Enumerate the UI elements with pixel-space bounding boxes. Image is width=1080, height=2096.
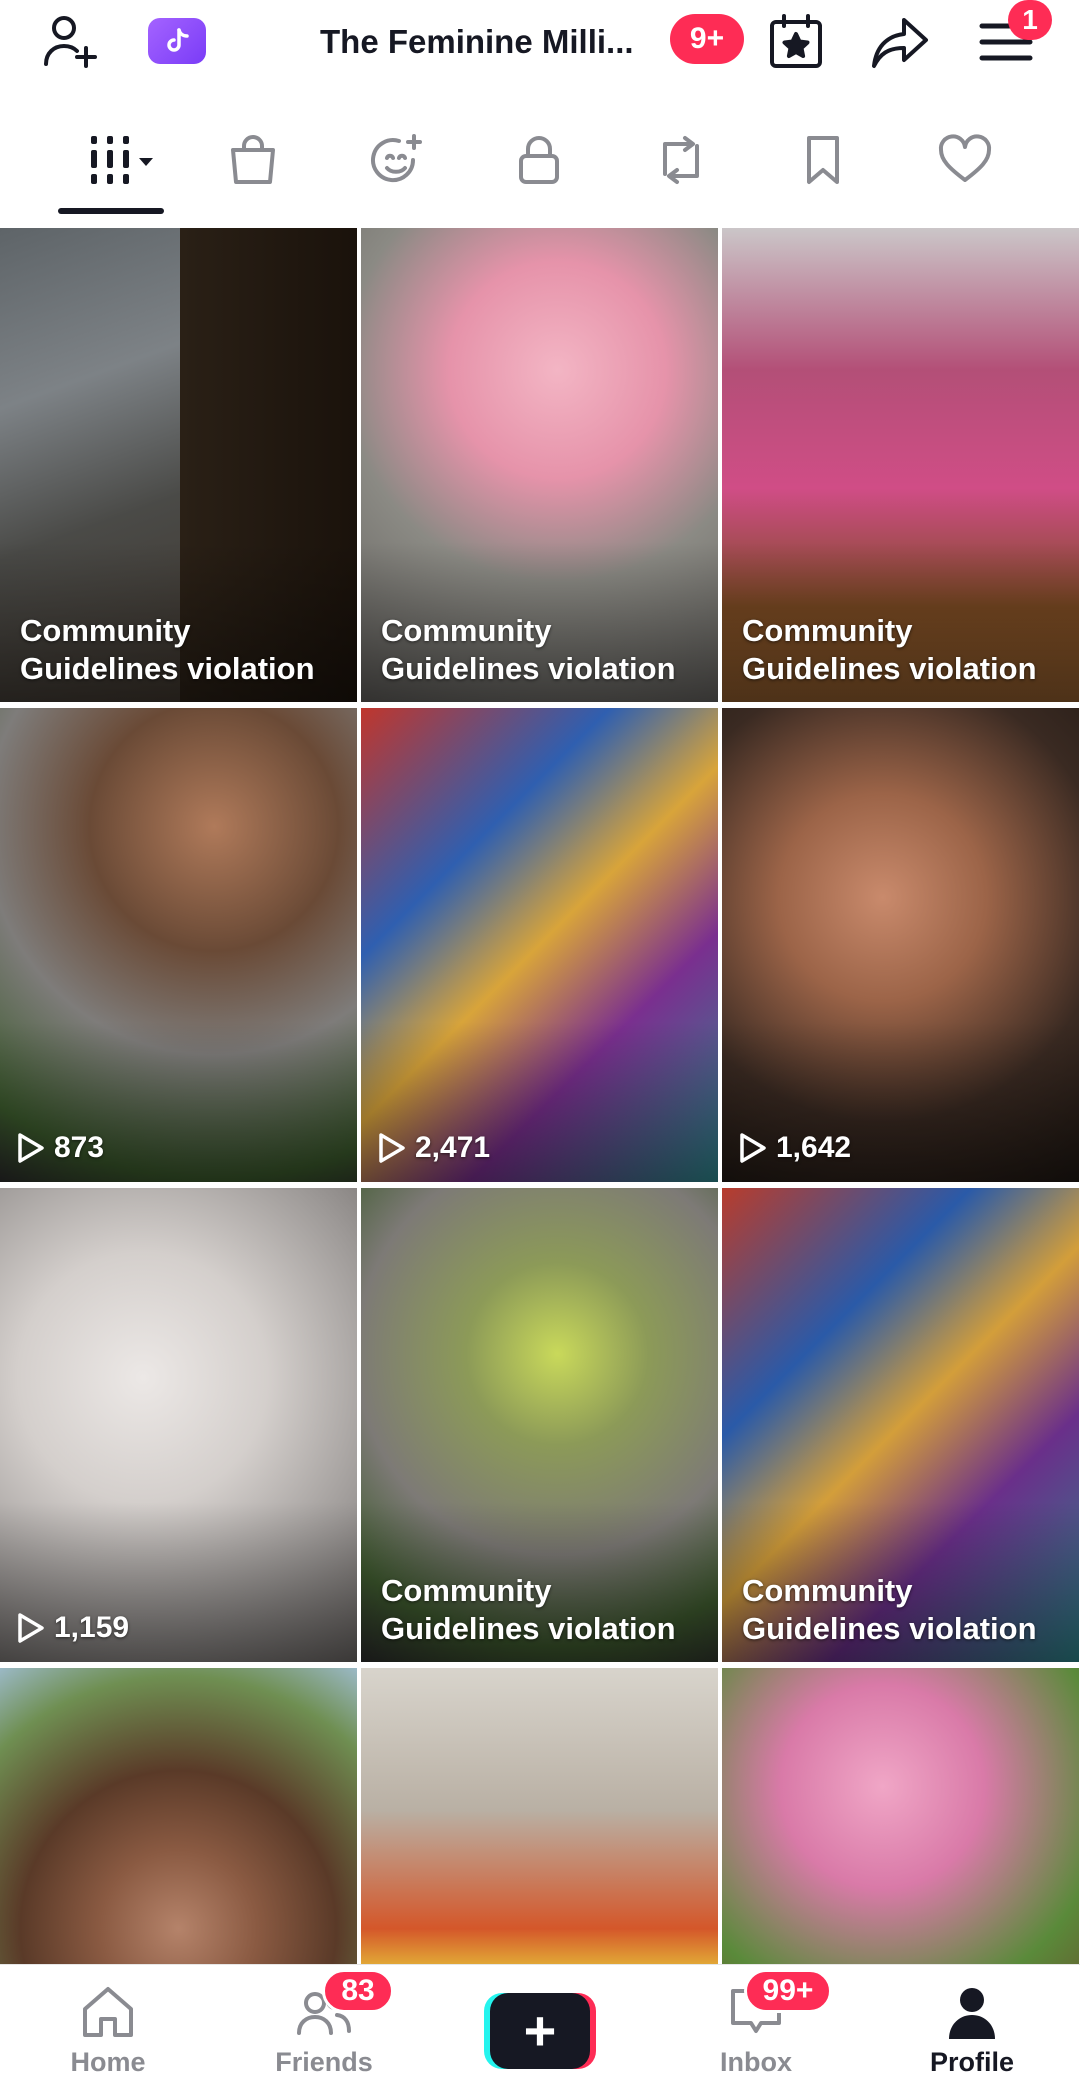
create-button[interactable]: + — [484, 1993, 596, 2069]
play-icon — [18, 1133, 44, 1163]
heart-icon — [938, 134, 992, 182]
tab-reposts[interactable] — [636, 124, 726, 196]
nav-inbox-label: Inbox — [720, 2047, 792, 2077]
tab-saved[interactable] — [778, 124, 868, 196]
video-thumbnail[interactable]: Community Guidelines violation — [0, 228, 357, 702]
play-icon — [740, 1133, 766, 1163]
nav-friends-label: Friends — [275, 2047, 373, 2077]
active-tab-indicator — [58, 208, 164, 214]
live-studio-icon[interactable] — [148, 18, 206, 64]
video-thumbnail[interactable]: Community Guidelines violation — [722, 228, 1079, 702]
play-icon — [379, 1133, 405, 1163]
profile-tabs — [0, 110, 1080, 216]
violation-label: Community Guidelines violation — [20, 613, 315, 686]
video-thumbnail[interactable] — [0, 1668, 357, 1964]
nav-profile[interactable]: Profile — [892, 1981, 1052, 2091]
add-friend-icon[interactable] — [34, 6, 106, 78]
violation-label: Community Guidelines violation — [381, 613, 676, 686]
tab-liked[interactable] — [920, 124, 1010, 196]
repost-icon — [663, 136, 699, 184]
video-thumbnail[interactable]: 873 — [0, 708, 357, 1182]
thumbnail-image — [0, 1668, 357, 1964]
video-thumbnail[interactable]: Community Guidelines violation — [361, 1188, 718, 1662]
thumbnail-image — [722, 1668, 1079, 1964]
profile-icon — [949, 1988, 995, 2039]
nav-home[interactable]: Home — [28, 1981, 188, 2091]
bottom-navigation: Home Friends 83 + Inbox 99+ Profile — [0, 1964, 1080, 2096]
violation-label: Community Guidelines violation — [742, 613, 1037, 686]
home-icon — [83, 1987, 133, 2037]
view-count: 1,159 — [14, 1608, 129, 1648]
violation-label: Community Guidelines violation — [381, 1573, 676, 1646]
title-notification-badge: 9+ — [670, 14, 744, 64]
view-count: 2,471 — [375, 1128, 490, 1168]
shopping-bag-icon — [231, 135, 275, 184]
view-count: 1,642 — [736, 1128, 851, 1168]
nav-home-label: Home — [70, 2047, 146, 2077]
tab-private[interactable] — [494, 124, 584, 196]
video-grid: Community Guidelines violation Community… — [0, 216, 1080, 1964]
video-thumbnail[interactable]: 1,159 — [0, 1188, 357, 1662]
friends-badge: 83 — [322, 1969, 394, 2013]
menu-notification-badge: 1 — [1008, 0, 1052, 40]
video-thumbnail[interactable]: 1,642 — [722, 708, 1079, 1182]
view-count: 873 — [14, 1128, 104, 1168]
video-thumbnail[interactable]: Community Guidelines violation — [361, 228, 718, 702]
video-thumbnail[interactable]: 2,471 — [361, 708, 718, 1182]
video-thumbnail[interactable] — [361, 1668, 718, 1964]
violation-label: Community Guidelines violation — [742, 1573, 1037, 1646]
page-title[interactable]: The Feminine Milli... — [320, 16, 660, 68]
nav-profile-label: Profile — [929, 2047, 1015, 2077]
tab-favorites-effects[interactable] — [352, 124, 442, 196]
create-plus-icon: + — [490, 1993, 590, 2069]
play-icon — [18, 1613, 44, 1643]
tab-shop[interactable] — [208, 124, 298, 196]
tab-videos[interactable] — [76, 124, 166, 196]
video-thumbnail[interactable]: Community Guidelines violation — [722, 1188, 1079, 1662]
bookmark-icon — [807, 136, 839, 184]
calendar-star-icon[interactable] — [760, 6, 832, 78]
lock-icon — [519, 136, 559, 184]
inbox-badge: 99+ — [744, 1969, 832, 2013]
top-bar: The Feminine Milli... 9+ 1 — [0, 0, 1080, 84]
video-thumbnail[interactable] — [722, 1668, 1079, 1964]
sparkle-face-icon — [371, 134, 422, 183]
share-icon[interactable] — [864, 6, 936, 78]
thumbnail-image — [361, 1668, 718, 1964]
